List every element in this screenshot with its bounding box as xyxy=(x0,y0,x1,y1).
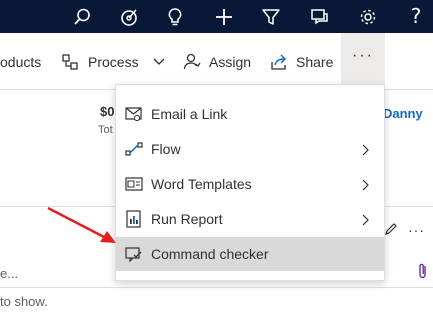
help-icon[interactable]: ? xyxy=(406,4,426,28)
note-input[interactable]: e... xyxy=(0,266,18,281)
menu-item-flow[interactable]: Flow xyxy=(116,132,384,166)
process-icon xyxy=(62,53,80,71)
plus-icon[interactable] xyxy=(212,5,236,29)
top-nav-bar: ? xyxy=(0,0,433,33)
menu-item-label: Command checker xyxy=(151,246,269,262)
process-button[interactable]: Process xyxy=(62,33,165,90)
email-link-icon xyxy=(125,105,143,123)
menu-item-word-templates[interactable]: Word Templates xyxy=(116,167,384,201)
assign-button[interactable]: Assign xyxy=(183,33,251,90)
chevron-right-icon xyxy=(362,178,370,191)
amount-value: $0 xyxy=(100,104,115,119)
assign-label: Assign xyxy=(209,53,252,70)
annotation-arrow xyxy=(47,206,116,243)
divider xyxy=(0,287,433,288)
process-label: Process xyxy=(88,53,139,70)
more-label: ··· xyxy=(352,46,374,64)
products-button[interactable]: oducts xyxy=(0,33,41,90)
amount-caption: Tot xyxy=(98,124,113,136)
share-button[interactable]: Share xyxy=(270,33,333,90)
menu-item-label: Run Report xyxy=(151,211,223,227)
chat-icon[interactable] xyxy=(308,5,332,29)
share-label: Share xyxy=(296,53,334,70)
gear-icon[interactable] xyxy=(356,5,380,29)
menu-item-run-report[interactable]: Run Report xyxy=(116,202,384,236)
chevron-right-icon xyxy=(362,143,370,156)
menu-item-label: Email a Link xyxy=(151,106,228,122)
word-templates-icon xyxy=(125,175,143,193)
menu-item-command-checker[interactable]: Command checker xyxy=(116,237,384,271)
edit-icon[interactable] xyxy=(384,222,398,236)
paperclip-icon[interactable] xyxy=(416,262,430,280)
owner-link[interactable]: Danny xyxy=(383,106,423,121)
search-icon[interactable] xyxy=(70,5,94,29)
empty-state-text: to show. xyxy=(0,294,48,309)
menu-item-label: Flow xyxy=(151,141,181,157)
menu-item-label: Word Templates xyxy=(151,176,252,192)
filter-icon[interactable] xyxy=(259,5,283,29)
products-label: oducts xyxy=(0,53,42,70)
person-icon xyxy=(183,53,201,71)
chevron-down-icon xyxy=(153,58,165,66)
lightbulb-icon[interactable] xyxy=(163,5,187,29)
chevron-right-icon xyxy=(362,213,370,226)
row-more-button[interactable]: ··· xyxy=(408,222,425,238)
share-icon xyxy=(270,53,288,71)
more-commands-menu: Email a Link Flow Word Templates Run Rep… xyxy=(115,84,385,281)
menu-item-email-a-link[interactable]: Email a Link xyxy=(116,97,384,131)
flow-icon xyxy=(125,140,143,158)
more-commands-button[interactable]: ··· xyxy=(341,33,385,84)
target-icon[interactable] xyxy=(117,5,141,29)
